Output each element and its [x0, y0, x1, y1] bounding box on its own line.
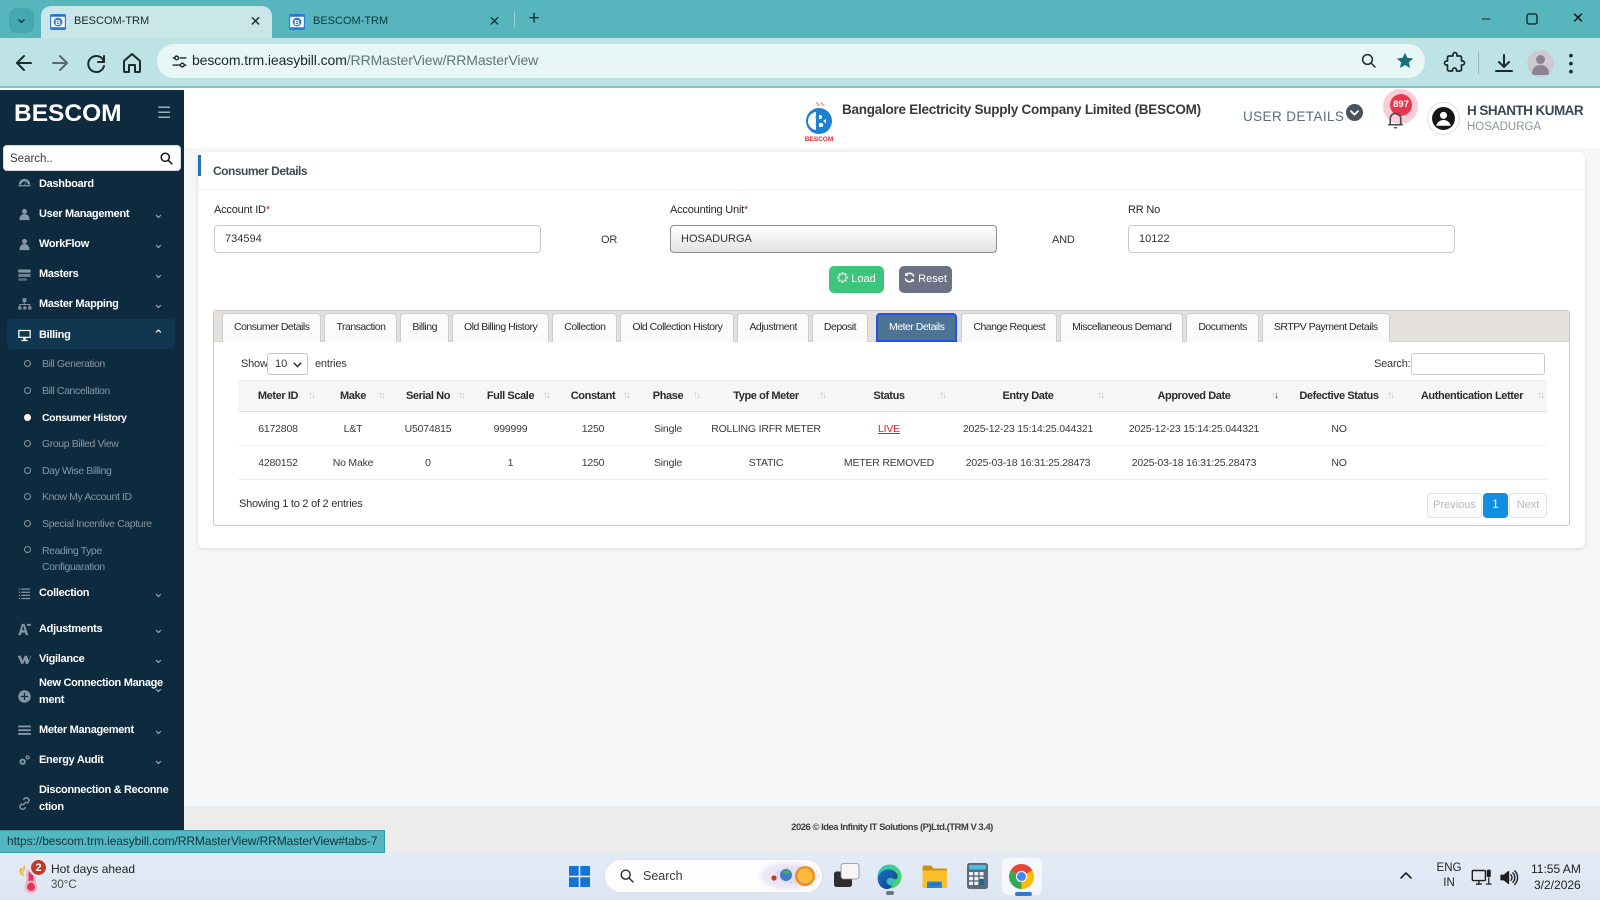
- svg-text:B: B: [55, 18, 61, 27]
- svg-text:B: B: [294, 18, 300, 27]
- svg-text:∿∿: ∿∿: [815, 102, 825, 108]
- svg-text:BESCOM: BESCOM: [805, 136, 834, 143]
